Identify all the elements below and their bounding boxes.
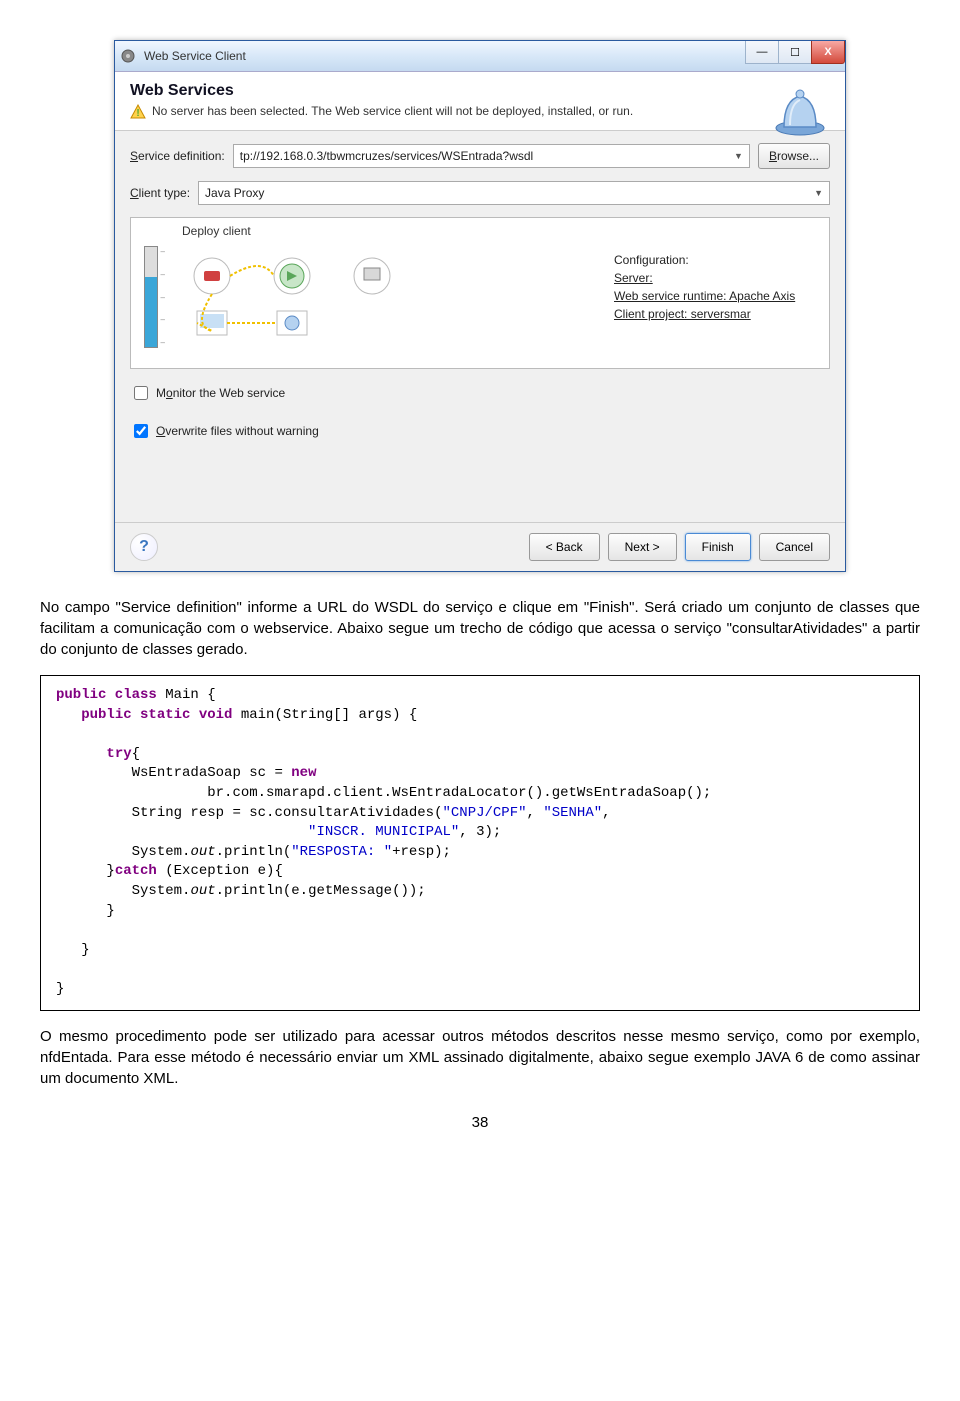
wizard-dialog: Web Service Client — ☐ X Web Services ! … [114, 40, 846, 572]
overwrite-checkbox-row[interactable]: Overwrite files without warning [130, 417, 830, 445]
overwrite-label: Overwrite files without warning [156, 424, 319, 438]
titlebar[interactable]: Web Service Client — ☐ X [115, 41, 845, 72]
header-title: Web Services [130, 82, 830, 100]
service-def-input[interactable]: tp://192.168.0.3/tbwmcruzes/services/WSE… [233, 144, 750, 168]
client-type-select[interactable]: Java Proxy ▼ [198, 181, 830, 205]
chevron-down-icon[interactable]: ▼ [734, 151, 743, 161]
overwrite-checkbox[interactable] [134, 424, 148, 438]
bell-icon [770, 82, 830, 137]
client-type-label: Client type: [130, 186, 190, 200]
config-project-link[interactable]: Client project: serversmar [614, 307, 819, 321]
finish-button[interactable]: Finish [685, 533, 751, 561]
next-button[interactable]: Next > [608, 533, 677, 561]
monitor-checkbox-row[interactable]: Monitor the Web service [130, 379, 830, 407]
svg-text:!: ! [136, 108, 139, 119]
page-number: 38 [40, 1114, 920, 1131]
cancel-button[interactable]: Cancel [759, 533, 830, 561]
deploy-slider[interactable]: ––––– [144, 246, 158, 348]
paragraph-1: No campo "Service definition" informe a … [40, 597, 920, 660]
config-server-link[interactable]: Server: [614, 271, 819, 285]
chevron-down-icon[interactable]: ▼ [814, 188, 823, 198]
monitor-label: Monitor the Web service [156, 386, 285, 400]
help-icon[interactable]: ? [130, 533, 158, 561]
gear-icon [120, 48, 136, 64]
monitor-checkbox[interactable] [134, 386, 148, 400]
deploy-label: Deploy client [182, 224, 594, 238]
config-runtime-link[interactable]: Web service runtime: Apache Axis [614, 289, 819, 303]
warning-text: No server has been selected. The Web ser… [152, 104, 633, 118]
minimize-button[interactable]: — [745, 41, 779, 64]
deploy-panel: ––––– Deploy client [130, 217, 830, 369]
close-button[interactable]: X [811, 41, 845, 64]
back-button[interactable]: < Back [529, 533, 600, 561]
maximize-button[interactable]: ☐ [778, 41, 812, 64]
header-panel: Web Services ! No server has been select… [115, 72, 845, 131]
browse-button[interactable]: Browse... [758, 143, 830, 169]
warning-icon: ! [130, 104, 146, 120]
deploy-diagram [182, 246, 402, 351]
code-listing: public class Main { public static void m… [40, 675, 920, 1011]
button-bar: ? < Back Next > Finish Cancel [115, 522, 845, 571]
window-title: Web Service Client [144, 49, 246, 63]
service-def-label: Service definition: [130, 149, 225, 163]
paragraph-2: O mesmo procedimento pode ser utilizado … [40, 1026, 920, 1089]
config-title: Configuration: [614, 253, 819, 267]
